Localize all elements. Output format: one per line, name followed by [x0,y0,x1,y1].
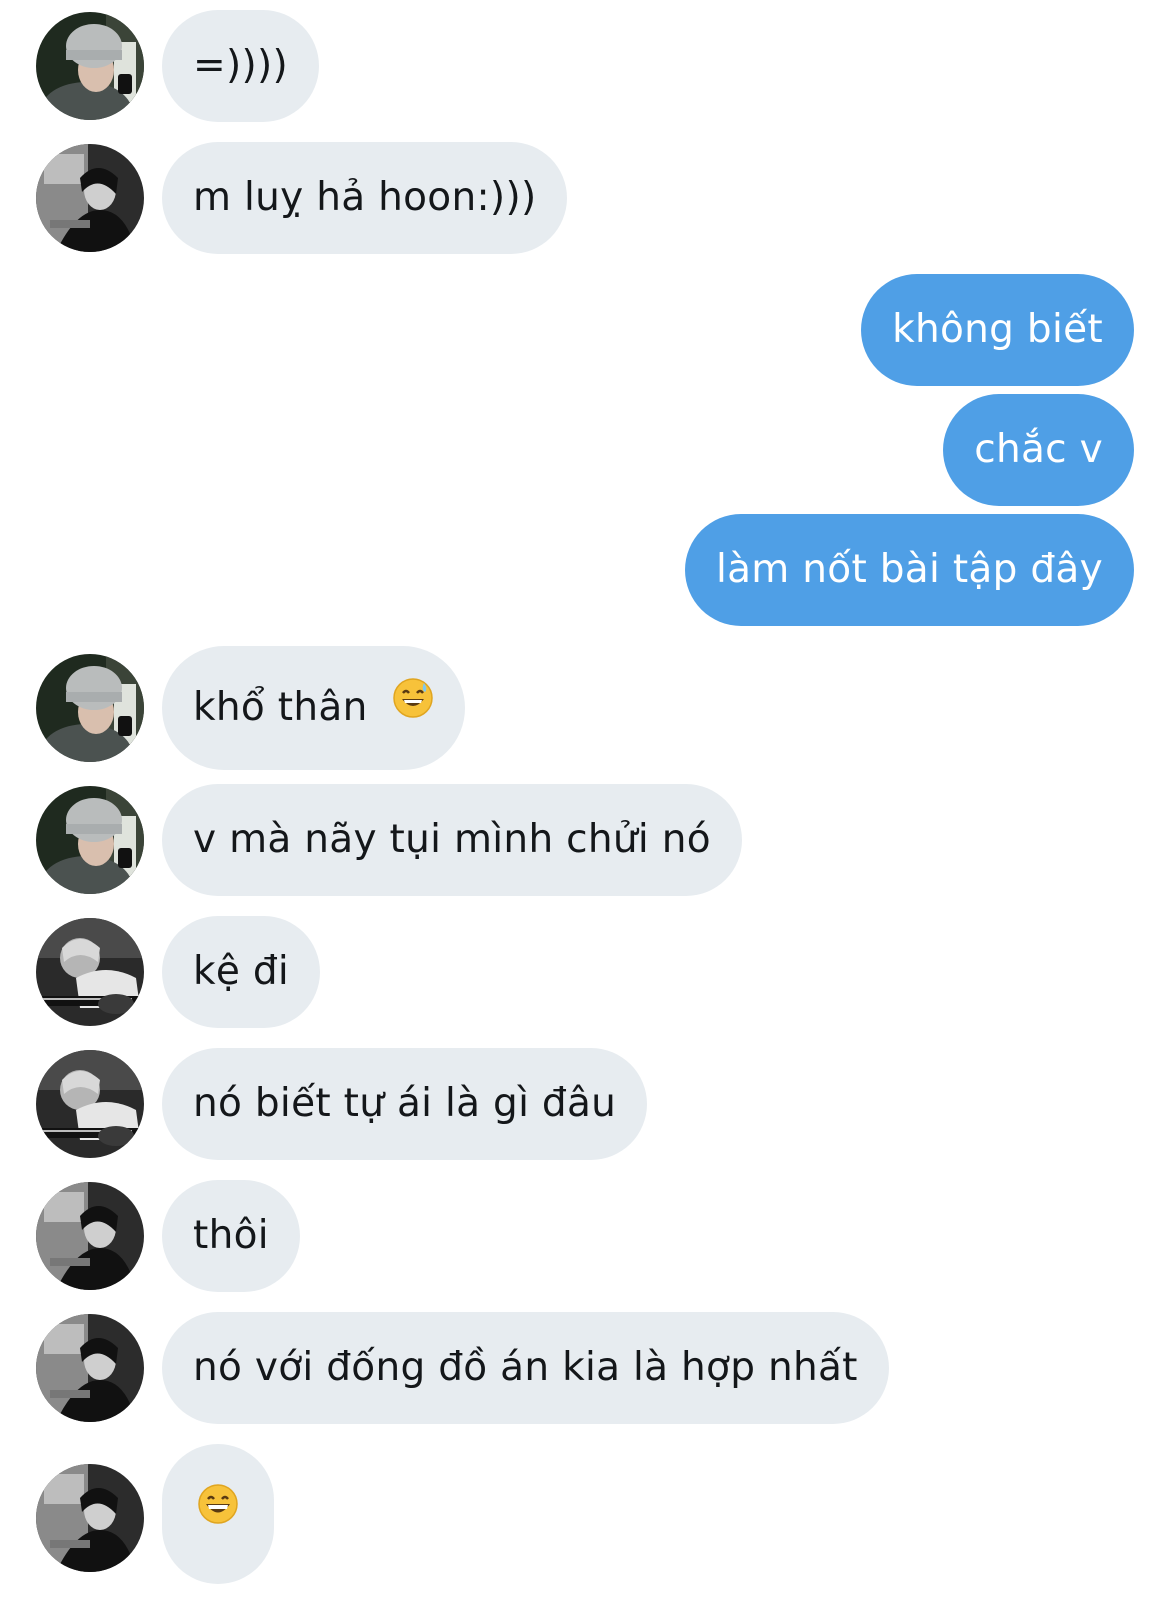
avatar-dark-icon [36,1464,144,1572]
incoming-message-bubble[interactable]: m luỵ hả hoon:))) [162,142,568,254]
message-row: nó biết tự ái là gì đâu [0,1048,1170,1160]
grinning-sweat-emoji-icon [392,645,434,769]
avatar-dark-icon [36,144,144,252]
incoming-message-bubble[interactable]: kệ đi [162,916,321,1028]
message-text: nó biết tự ái là gì đâu [193,1081,617,1126]
avatar-beanie-icon [36,12,144,120]
incoming-message-bubble[interactable]: v mà nãy tụi mình chửi nó [162,784,742,896]
message-row: m luỵ hả hoon:))) [0,142,1170,254]
avatar-dark[interactable] [36,1314,144,1422]
avatar-dark-icon [36,1182,144,1290]
avatar-dark[interactable] [36,1182,144,1290]
avatar-beanie[interactable] [36,786,144,894]
avatar-guitar[interactable] [36,918,144,1026]
incoming-message-bubble[interactable]: khổ thân [162,645,466,770]
message-text: v mà nãy tụi mình chửi nó [193,817,711,862]
message-row: v mà nãy tụi mình chửi nó [0,784,1170,896]
avatar-beanie[interactable] [36,654,144,762]
message-row [0,1444,1170,1584]
message-row: =)))) [0,10,1170,122]
message-row: làm nốt bài tập đây [0,514,1170,626]
message-text: kệ đi [193,949,290,994]
incoming-message-bubble[interactable]: thôi [162,1180,300,1292]
avatar-guitar-icon [36,1050,144,1158]
message-row: nó với đống đồ án kia là hợp nhất [0,1312,1170,1424]
message-text: =)))) [193,43,289,88]
incoming-message-bubble[interactable] [162,1444,274,1584]
avatar-dark[interactable] [36,1464,144,1572]
incoming-message-bubble[interactable]: nó biết tự ái là gì đâu [162,1048,648,1160]
avatar-beanie-icon [36,786,144,894]
message-text: thôi [193,1213,269,1258]
incoming-message-bubble[interactable]: nó với đống đồ án kia là hợp nhất [162,1312,889,1424]
grinning-emoji-icon [197,1443,239,1583]
outgoing-message-bubble[interactable]: không biết [861,274,1134,386]
avatar-guitar-icon [36,918,144,1026]
message-text: khổ thân [193,685,368,730]
message-text: chắc v [974,427,1103,472]
message-row: kệ đi [0,916,1170,1028]
outgoing-message-bubble[interactable]: làm nốt bài tập đây [684,514,1134,626]
outgoing-message-bubble[interactable]: chắc v [943,394,1134,506]
incoming-message-bubble[interactable]: =)))) [162,10,320,122]
message-row: khổ thân [0,646,1170,770]
avatar-beanie[interactable] [36,12,144,120]
message-text: m luỵ hả hoon:))) [193,175,537,220]
avatar-dark-icon [36,1314,144,1422]
avatar-dark[interactable] [36,144,144,252]
avatar-beanie-icon [36,654,144,762]
message-text: không biết [892,307,1103,352]
message-row: thôi [0,1180,1170,1292]
message-row: chắc v [0,394,1170,506]
message-text: làm nốt bài tập đây [715,547,1103,592]
message-row: không biết [0,274,1170,386]
avatar-guitar[interactable] [36,1050,144,1158]
message-text: nó với đống đồ án kia là hợp nhất [193,1345,858,1390]
